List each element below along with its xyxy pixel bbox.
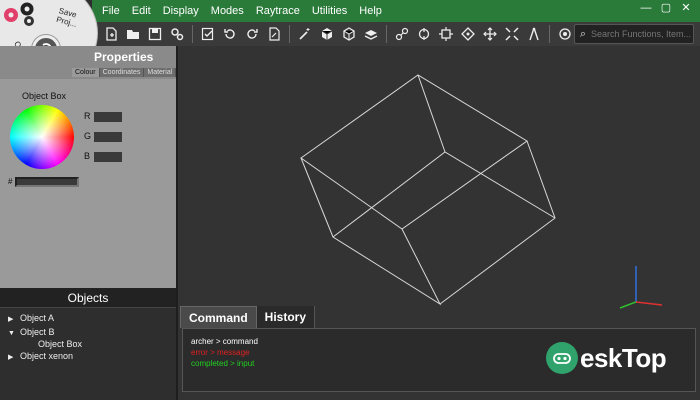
move-icon[interactable] <box>481 25 499 43</box>
tab-material[interactable]: Material <box>144 68 177 77</box>
command-line: archer > command <box>191 337 258 346</box>
scale-icon[interactable] <box>437 25 455 43</box>
close-button[interactable]: ✕ <box>676 0 696 18</box>
new-file-icon[interactable] <box>102 25 120 43</box>
watermark-text: eskTop <box>580 342 667 373</box>
tree-item-label: Object Box <box>38 339 83 349</box>
command-tabs: Command History <box>180 306 316 328</box>
collapse-arrow-icon[interactable]: ▼ <box>8 330 20 337</box>
properties-body: Object Box R G B # <box>0 79 176 288</box>
settings-cogs-icon[interactable] <box>168 25 186 43</box>
properties-tabs: Colour Coordinates Material <box>72 68 177 77</box>
collapse-icon[interactable] <box>503 25 521 43</box>
menu-utilities[interactable]: Utilities <box>306 0 353 22</box>
toolbar-separator <box>386 25 387 43</box>
save-icon[interactable] <box>146 25 164 43</box>
save-project-label[interactable]: Save Proj... <box>55 6 97 34</box>
app-window: File Edit Display Modes Raytrace Utiliti… <box>0 0 700 400</box>
layers-icon[interactable] <box>362 25 380 43</box>
menu-raytrace[interactable]: Raytrace <box>250 0 306 22</box>
r-field[interactable] <box>94 112 122 122</box>
toolbar-separator <box>289 25 290 43</box>
completed-line: completed > input <box>191 359 255 368</box>
toolbar-separator <box>192 25 193 43</box>
redo-icon[interactable] <box>243 25 261 43</box>
tree-item-object-box[interactable]: Object Box <box>38 339 82 349</box>
tab-coordinates[interactable]: Coordinates <box>99 68 145 77</box>
tree-item-label: Object xenon <box>20 351 74 361</box>
properties-panel: Properties Colour Coordinates Material O… <box>0 46 177 288</box>
watermark: eskTop <box>546 342 667 374</box>
tab-command[interactable]: Command <box>180 306 257 328</box>
tree-item-object-xenon[interactable]: ▶ Object xenon <box>8 351 73 361</box>
expand-arrow-icon[interactable]: ▶ <box>8 315 20 323</box>
window-controls: — ▢ ✕ <box>636 0 696 18</box>
menu-display[interactable]: Display <box>157 0 205 22</box>
menu-bar: File Edit Display Modes Raytrace Utiliti… <box>92 0 700 22</box>
search-box: ⌕ <box>574 24 694 44</box>
axis-gizmo <box>619 266 663 309</box>
objects-panel: Objects ▶ Object A ▼ Object B Object Box ▶… <box>0 288 176 400</box>
link-icon[interactable] <box>393 25 411 43</box>
undo-icon[interactable] <box>221 25 239 43</box>
maximize-button[interactable]: ▢ <box>656 0 676 18</box>
search-input[interactable] <box>591 29 691 39</box>
objects-title: Objects <box>0 288 176 308</box>
checklist-icon[interactable] <box>199 25 217 43</box>
menu-edit[interactable]: Edit <box>126 0 157 22</box>
b-label: B <box>84 151 91 161</box>
center-icon[interactable] <box>459 25 477 43</box>
menu-file[interactable]: File <box>96 0 126 22</box>
tab-colour[interactable]: Colour <box>72 68 100 77</box>
color-wheel[interactable] <box>10 105 74 169</box>
g-label: G <box>84 131 92 141</box>
menu-help[interactable]: Help <box>353 0 388 22</box>
g-field[interactable] <box>94 132 122 142</box>
selected-object-label: Object Box <box>22 91 67 101</box>
tree-item-object-b[interactable]: ▼ Object B <box>8 327 55 337</box>
tree-item-label: Object B <box>20 327 55 337</box>
toolbar-separator <box>549 25 550 43</box>
r-label: R <box>84 111 91 121</box>
export-icon[interactable] <box>265 25 283 43</box>
target-icon[interactable] <box>556 25 574 43</box>
cube-icon[interactable] <box>318 25 336 43</box>
rotate-icon[interactable] <box>415 25 433 43</box>
hex-label: # <box>8 177 13 186</box>
compass-icon[interactable] <box>525 25 543 43</box>
app-logo-icon <box>4 2 34 26</box>
toolbar: ⌕ <box>92 22 700 46</box>
menu-modes[interactable]: Modes <box>205 0 250 22</box>
error-line: error > message <box>191 348 250 357</box>
tree-item-label: Object A <box>20 313 55 323</box>
b-field[interactable] <box>94 152 122 162</box>
tree-item-object-a[interactable]: ▶ Object A <box>8 313 54 323</box>
expand-arrow-icon[interactable]: ▶ <box>8 353 20 361</box>
minimize-button[interactable]: — <box>636 0 656 18</box>
open-folder-icon[interactable] <box>124 25 142 43</box>
wand-icon[interactable] <box>296 25 314 43</box>
watermark-logo-icon <box>546 342 578 374</box>
tab-history[interactable]: History <box>256 306 316 328</box>
cube-alt-icon[interactable] <box>340 25 358 43</box>
search-icon: ⌕ <box>579 27 587 40</box>
hex-field[interactable] <box>15 177 79 187</box>
properties-title: Properties <box>94 50 154 64</box>
